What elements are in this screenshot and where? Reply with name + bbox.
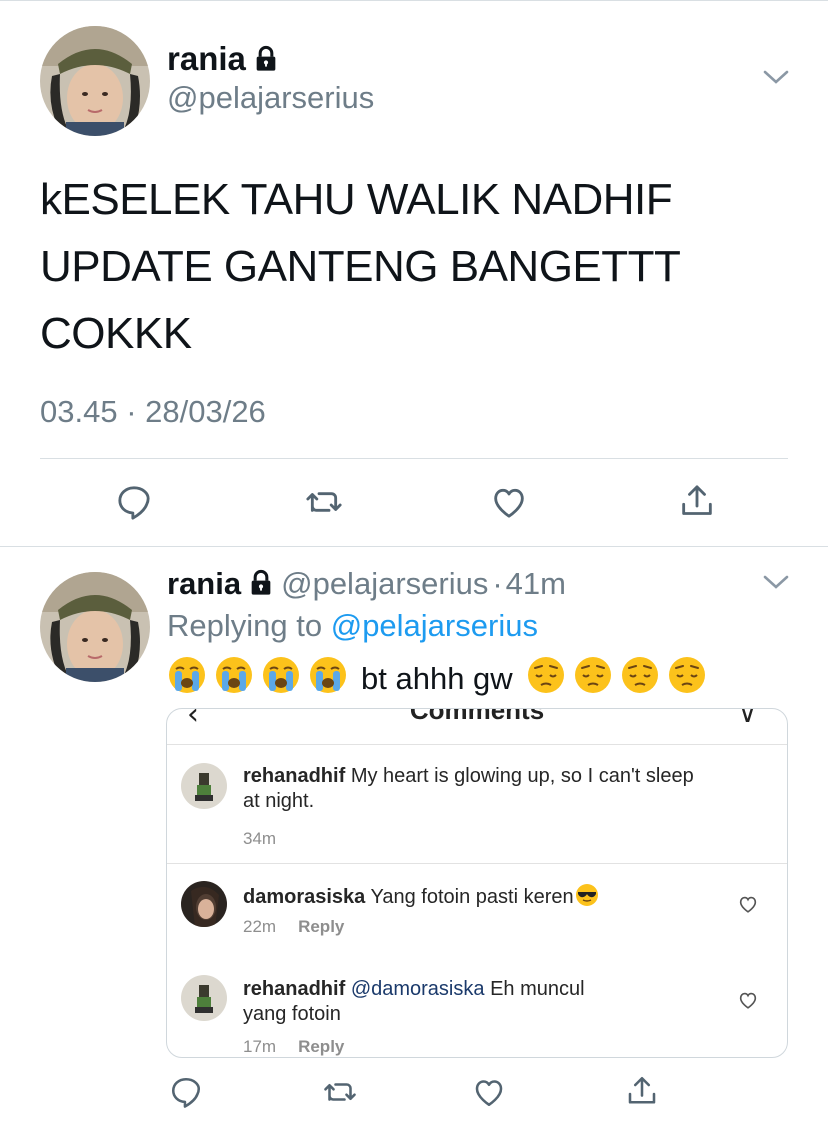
comment-age: 17m — [243, 1037, 277, 1056]
loudly-crying-face-icon — [167, 655, 207, 703]
tweet-text: kESELEK TAHU WALIK NADHIF UPDATE GANTENG… — [40, 166, 780, 367]
comment-username: damorasiska — [243, 886, 366, 908]
comment-meta: 34m — [243, 829, 276, 849]
heart-icon[interactable] — [737, 893, 759, 920]
comment-reply-link[interactable]: Reply — [298, 1037, 344, 1056]
comment-divider — [167, 863, 787, 864]
reply-text: bt ahhh gw — [167, 655, 707, 703]
like-icon[interactable] — [489, 482, 529, 527]
reply-avatar[interactable] — [40, 572, 150, 682]
pensive-face-icon — [667, 655, 707, 703]
heart-icon[interactable] — [737, 989, 759, 1016]
loudly-crying-face-icon — [308, 655, 348, 703]
reply-separator: · — [492, 566, 503, 601]
display-name-text: rania — [167, 40, 246, 77]
reply-header: rania @pelajarserius ·41m — [167, 566, 566, 605]
replying-to: Replying to @pelajarserius — [167, 608, 538, 644]
share-icon[interactable] — [677, 480, 717, 527]
pensive-face-icon — [620, 655, 660, 703]
tweet-text-line: kESELEK TAHU WALIK NADHIF — [40, 175, 673, 224]
pensive-face-icon — [526, 655, 566, 703]
reply-text-body: bt ahhh gw — [361, 661, 513, 696]
pensive-face-icon — [573, 655, 613, 703]
embed-header: ‹ Comments ∨ — [167, 709, 787, 745]
tweet-separator — [0, 546, 828, 547]
comment-text: rehanadhif My heart is glowing up, so I … — [243, 764, 743, 814]
retweet-icon[interactable] — [302, 482, 346, 527]
chevron-down-icon[interactable] — [762, 68, 790, 91]
comment-age: 34m — [243, 829, 277, 848]
lock-icon — [252, 43, 280, 81]
comment-meta: 22m Reply — [243, 917, 344, 937]
share-icon[interactable] — [624, 1072, 660, 1115]
embed-header-title: Comments — [409, 708, 545, 725]
replying-mention[interactable]: @pelajarserius — [331, 608, 538, 643]
comment-avatar — [181, 975, 227, 1021]
top-divider — [0, 0, 828, 1]
reply-handle[interactable]: @pelajarserius — [281, 566, 488, 601]
like-icon[interactable] — [471, 1074, 507, 1115]
comment-body-cont: yang fotoin — [243, 1003, 341, 1025]
comment-age: 22m — [243, 917, 277, 936]
comment-body: Eh muncul — [490, 978, 585, 1000]
comment-reply-link[interactable]: Reply — [298, 917, 344, 936]
loudly-crying-face-icon — [214, 655, 254, 703]
comment-text: rehanadhif @damorasiska Eh muncul yang fo… — [243, 977, 743, 1027]
attached-image[interactable]: ‹ Comments ∨ rehanadhif My heart is glow… — [166, 708, 788, 1058]
comment-username: rehanadhif — [243, 765, 346, 787]
comment-body: My heart is glowing up, so I can't sleep — [350, 765, 694, 787]
replying-prefix: Replying to — [167, 608, 323, 643]
divider — [40, 458, 788, 459]
comment-username: rehanadhif — [243, 978, 346, 1000]
comment-avatar — [181, 881, 227, 927]
comment-meta: 17m Reply — [243, 1037, 344, 1057]
tweet-text-line: UPDATE GANTENG BANGETTT — [40, 242, 681, 291]
comment-mention[interactable]: @damorasiska — [351, 978, 485, 1000]
comment-body: Yang fotoin pasti keren — [370, 886, 574, 908]
reply-age[interactable]: 41m — [506, 566, 566, 601]
user-handle[interactable]: @pelajarserius — [167, 80, 374, 116]
loudly-crying-face-icon — [261, 655, 301, 703]
tweet-text-line: COKKK — [40, 309, 192, 358]
profile-avatar[interactable] — [40, 26, 150, 136]
retweet-icon[interactable] — [320, 1074, 360, 1115]
reply-display-name[interactable]: rania — [167, 566, 241, 601]
reply-icon[interactable] — [114, 482, 154, 527]
reply-icon[interactable] — [168, 1074, 204, 1115]
lock-icon — [247, 569, 275, 605]
display-name[interactable]: rania — [167, 40, 280, 81]
direct-icon: ∨ — [737, 708, 757, 729]
comment-text: damorasiska Yang fotoin pasti keren — [243, 883, 743, 914]
comment-body-cont: at night. — [243, 790, 315, 812]
sunglasses-face-icon — [575, 883, 599, 914]
chevron-down-icon[interactable] — [762, 573, 790, 596]
tweet-timestamp[interactable]: 03.45 · 28/03/26 — [40, 394, 266, 430]
comment-avatar — [181, 763, 227, 809]
